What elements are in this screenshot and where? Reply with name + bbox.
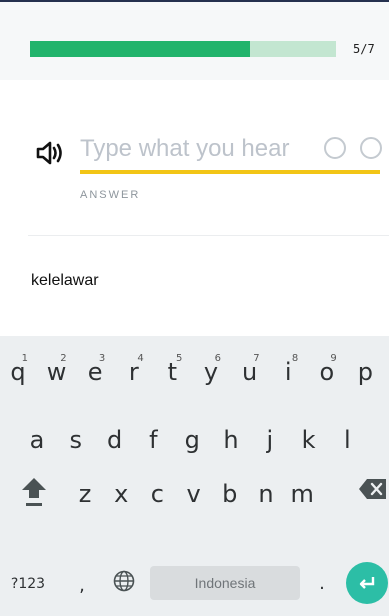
key-label: w — [46, 358, 67, 386]
space-key[interactable]: Indonesia — [150, 566, 300, 600]
progress-bar — [30, 41, 336, 57]
enter-key[interactable] — [346, 562, 388, 604]
key-label: y — [203, 358, 219, 386]
key[interactable]: y6 — [194, 350, 228, 394]
backspace-icon[interactable] — [358, 478, 388, 500]
key[interactable]: q1 — [1, 350, 35, 394]
key-label: k — [301, 426, 316, 454]
key-label: x — [114, 480, 129, 508]
key-label: v — [186, 480, 201, 508]
key-label: z — [78, 480, 92, 508]
key[interactable]: n — [249, 472, 283, 516]
answer-label: ANSWER — [80, 189, 141, 201]
key-hint: 8 — [291, 353, 299, 364]
key-label: q — [10, 358, 26, 386]
key-hint: 2 — [60, 353, 67, 364]
key-label: j — [266, 426, 274, 454]
top-bar: 5/7 — [0, 0, 389, 80]
key[interactable]: x — [104, 472, 138, 516]
key[interactable]: a — [20, 418, 54, 462]
progress-fill — [30, 41, 251, 57]
key[interactable]: r4 — [117, 350, 151, 394]
key-label: s — [69, 426, 83, 454]
key-label: f — [149, 426, 158, 454]
speaker-icon[interactable] — [36, 140, 66, 166]
key-hint: 3 — [98, 353, 106, 364]
key[interactable]: z — [68, 472, 102, 516]
key[interactable]: e3 — [78, 350, 112, 394]
key[interactable]: b — [213, 472, 247, 516]
key-hint: 6 — [214, 353, 221, 364]
key-label: n — [258, 480, 274, 508]
answer-input[interactable] — [80, 130, 320, 168]
key[interactable]: w2 — [40, 350, 74, 394]
key-hint: 5 — [176, 353, 183, 364]
key-hint: 4 — [137, 353, 144, 364]
key-label: o — [319, 358, 335, 386]
key-label: e — [87, 358, 103, 386]
shift-icon[interactable] — [21, 476, 47, 508]
key[interactable]: f — [136, 418, 170, 462]
globe-icon[interactable] — [113, 570, 135, 592]
key[interactable]: c — [140, 472, 174, 516]
progress-count: 5/7 — [353, 42, 375, 56]
divider — [28, 235, 389, 236]
key-label: m — [290, 480, 314, 508]
key-label: a — [29, 426, 45, 454]
symbols-key[interactable]: ?123 — [8, 566, 48, 602]
period-key[interactable]: . — [312, 566, 332, 602]
key-label: u — [241, 358, 258, 386]
enter-icon — [359, 577, 375, 589]
key[interactable]: h — [214, 418, 248, 462]
comma-key[interactable]: , — [72, 568, 92, 604]
key-label: g — [184, 426, 200, 454]
key[interactable]: t5 — [155, 350, 189, 394]
key-label: p — [357, 358, 373, 386]
key-label: r — [128, 358, 139, 386]
key-label: c — [150, 480, 164, 508]
key-label: b — [222, 480, 238, 508]
suggestion-word[interactable]: kelelawar — [31, 272, 99, 290]
key[interactable]: d — [98, 418, 132, 462]
key[interactable]: i8 — [271, 350, 305, 394]
key-label: d — [106, 426, 123, 454]
key[interactable]: v — [177, 472, 211, 516]
key-label: i — [284, 358, 292, 386]
circle-icon — [360, 137, 382, 159]
key[interactable]: s — [59, 418, 93, 462]
key[interactable]: g — [175, 418, 209, 462]
key[interactable]: o9 — [310, 350, 344, 394]
key[interactable]: p — [348, 350, 382, 394]
onscreen-keyboard: q1w2e3r4t5y6u7i8o9p asdfghjkl zxcvbnm ?1… — [0, 336, 389, 616]
key[interactable]: j — [253, 418, 287, 462]
key-label: l — [344, 426, 351, 454]
key-hint: 9 — [330, 353, 337, 364]
key-label: t — [167, 358, 178, 386]
key[interactable]: u7 — [233, 350, 267, 394]
key[interactable]: l — [330, 418, 364, 462]
circle-icon — [324, 137, 346, 159]
key-hint: 7 — [253, 353, 260, 364]
key[interactable]: m — [285, 472, 319, 516]
key[interactable]: k — [292, 418, 326, 462]
answer-underline — [80, 170, 380, 174]
key-label: h — [223, 426, 239, 454]
key-hint: 1 — [21, 353, 28, 364]
